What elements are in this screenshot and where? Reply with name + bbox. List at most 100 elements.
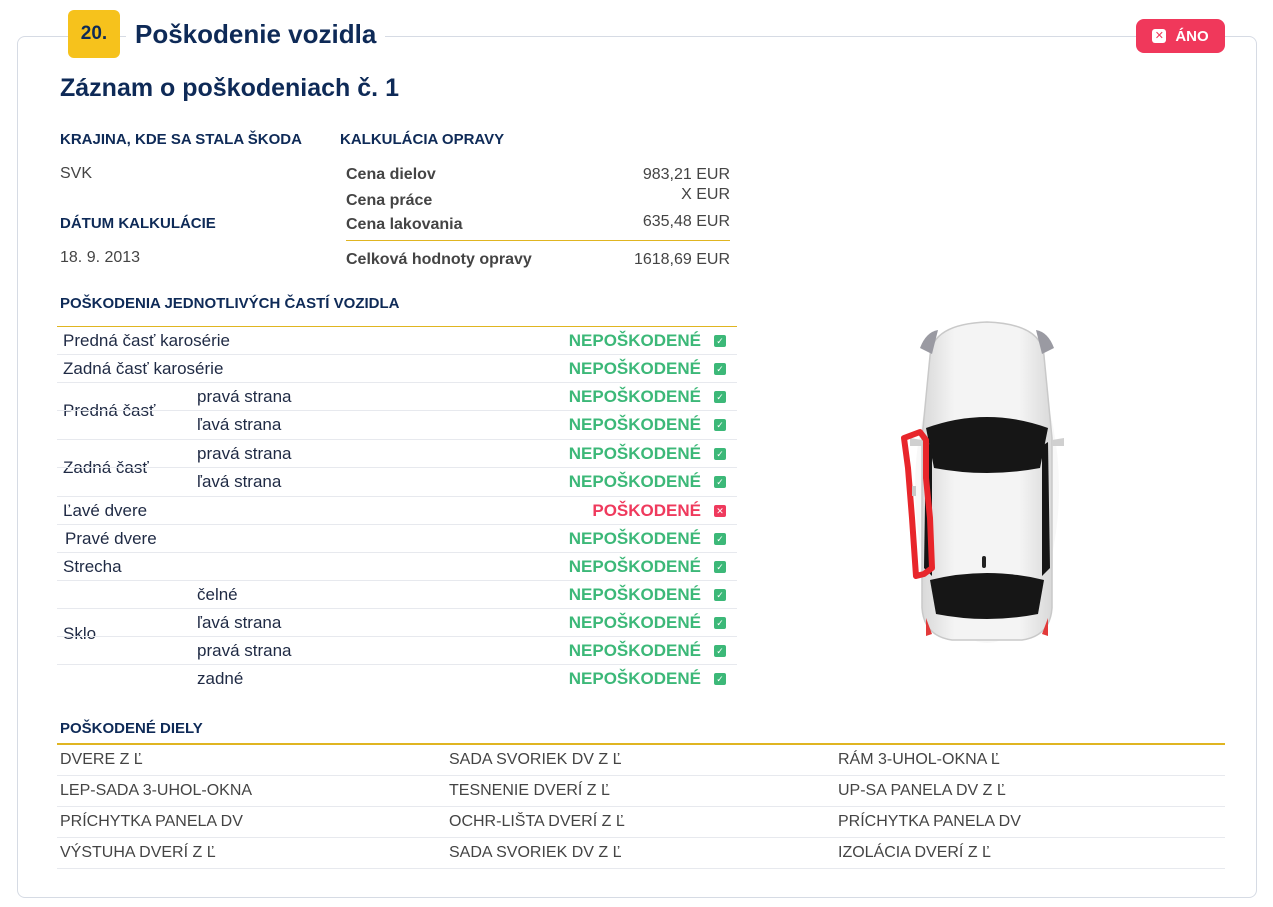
calc-total-row: Celková hodnoty opravy 1618,69 EUR	[346, 248, 730, 272]
part-subname: zadné	[197, 669, 244, 688]
damaged-parts-label: POŠKODENÉ DIELY	[60, 720, 203, 737]
calc-row-value: X EUR	[681, 186, 730, 203]
table-cell: PRÍCHYTKA PANELA DV	[838, 813, 1021, 830]
damaged-parts-table: DVERE Z Ľ SADA SVORIEK DV Z Ľ RÁM 3-UHOL…	[57, 743, 1225, 869]
check-icon: ✓	[714, 616, 726, 629]
part-row-front-body: Predná časť karosérie NEPOŠKODENÉ ✓	[57, 327, 737, 355]
car-top-view-icon	[901, 321, 1064, 643]
part-name: Pravé dvere	[65, 528, 157, 548]
calc-separator	[346, 240, 730, 241]
country-label: KRAJINA, KDE SA STALA ŠKODA	[60, 131, 302, 148]
table-row: PRÍCHYTKA PANELA DV OCHR-LIŠTA DVERÍ Z Ľ…	[57, 807, 1225, 838]
part-subname: čelné	[197, 584, 238, 604]
calculation-label: KALKULÁCIA OPRAVY	[340, 131, 505, 148]
table-cell: RÁM 3-UHOL-OKNA Ľ	[838, 751, 1000, 768]
part-subname: pravá strana	[197, 443, 292, 463]
calc-row-value: 635,48 EUR	[642, 213, 730, 230]
check-icon: ✓	[714, 419, 726, 431]
part-row-glass-front: čelné NEPOŠKODENÉ ✓	[57, 581, 737, 609]
part-status: NEPOŠKODENÉ	[568, 669, 701, 688]
check-icon: ✓	[714, 560, 726, 573]
part-row-rear-body: Zadná časť karosérie NEPOŠKODENÉ ✓	[57, 355, 737, 383]
table-cell: SADA SVORIEK DV Z Ľ	[449, 751, 622, 768]
table-row: DVERE Z Ľ SADA SVORIEK DV Z Ľ RÁM 3-UHOL…	[57, 745, 1225, 776]
part-row-glass-rear: zadné NEPOŠKODENÉ ✓	[57, 665, 737, 693]
part-status: NEPOŠKODENÉ	[568, 528, 701, 548]
check-icon: ✓	[714, 476, 726, 488]
calc-row-name: Cena dielov	[346, 166, 436, 183]
part-subname: pravá strana	[197, 640, 292, 660]
part-subname: ľavá strana	[197, 415, 282, 434]
calculation-table: Cena dielov 983,21 EUR Cena práce X EUR …	[346, 164, 730, 272]
part-subname: ľavá strana	[197, 612, 282, 632]
part-row-left-door: Ľavé dvere POŠKODENÉ ✕	[57, 497, 737, 525]
part-status: NEPOŠKODENÉ	[568, 330, 701, 350]
check-icon: ✓	[714, 447, 726, 460]
part-group-rear: Zadná časť pravá strana NEPOŠKODENÉ ✓ ľa…	[57, 440, 737, 497]
section-title: Poškodenie vozidla	[126, 14, 386, 54]
part-row-rear-right: pravá strana NEPOŠKODENÉ ✓	[57, 440, 737, 468]
part-row-glass-left: ľavá strana NEPOŠKODENÉ ✓	[57, 609, 737, 637]
status-badge[interactable]: ✕ ÁNO	[1136, 19, 1225, 53]
part-name: Predná časť karosérie	[63, 330, 231, 350]
table-cell: LEP-SADA 3-UHOL-OKNA	[60, 782, 253, 799]
check-icon: ✓	[714, 644, 726, 657]
table-cell: TESNENIE DVERÍ Z Ľ	[449, 782, 610, 799]
table-cell: VÝSTUHA DVERÍ Z Ľ	[60, 844, 216, 861]
part-group-glass: Sklo čelné NEPOŠKODENÉ ✓ ľavá strana NEP…	[57, 581, 737, 693]
part-name: Ľavé dvere	[63, 500, 148, 520]
part-status: NEPOŠKODENÉ	[568, 358, 701, 378]
check-icon: ✓	[714, 334, 726, 347]
part-row-rear-left: ľavá strana NEPOŠKODENÉ ✓	[57, 468, 737, 496]
check-icon: ✓	[714, 362, 726, 375]
x-icon: ✕	[1152, 29, 1167, 43]
check-icon: ✓	[714, 588, 726, 601]
parts-table: Predná časť karosérie NEPOŠKODENÉ ✓ Zadn…	[57, 326, 737, 693]
parts-label: POŠKODENIA JEDNOTLIVÝCH ČASTÍ VOZIDLA	[60, 295, 400, 312]
table-cell: OCHR-LIŠTA DVERÍ Z Ľ	[449, 813, 625, 830]
table-cell: UP-SA PANELA DV Z Ľ	[838, 782, 1006, 799]
calc-row-name: Cena lakovania	[346, 216, 463, 233]
calc-date-label: DÁTUM KALKULÁCIE	[60, 215, 216, 232]
calc-row: Cena dielov 983,21 EUR	[346, 164, 730, 186]
table-cell: SADA SVORIEK DV Z Ľ	[449, 844, 622, 861]
table-cell: PRÍCHYTKA PANELA DV	[60, 813, 243, 830]
part-status: NEPOŠKODENÉ	[568, 415, 701, 434]
part-row-roof: Strecha NEPOŠKODENÉ ✓	[57, 553, 737, 581]
check-icon: ✓	[714, 673, 726, 685]
check-icon: ✓	[714, 532, 726, 545]
x-icon: ✕	[714, 504, 726, 517]
calc-row-name: Cena práce	[346, 192, 433, 209]
record-title: Záznam o poškodeniach č. 1	[60, 74, 399, 102]
status-badge-label: ÁNO	[1175, 27, 1209, 45]
part-name: Strecha	[63, 556, 122, 576]
calc-row-value: 983,21 EUR	[642, 166, 730, 183]
table-row: VÝSTUHA DVERÍ Z Ľ SADA SVORIEK DV Z Ľ IZ…	[57, 838, 1225, 869]
country-value: SVK	[60, 165, 93, 182]
part-status: NEPOŠKODENÉ	[568, 640, 701, 660]
part-status: NEPOŠKODENÉ	[568, 584, 701, 604]
table-cell: IZOLÁCIA DVERÍ Z Ľ	[838, 844, 991, 861]
calc-row: Cena práce X EUR	[346, 186, 730, 210]
part-status: NEPOŠKODENÉ	[568, 472, 701, 491]
part-status: POŠKODENÉ	[592, 500, 701, 520]
part-subname: pravá strana	[197, 386, 292, 406]
table-row: LEP-SADA 3-UHOL-OKNA TESNENIE DVERÍ Z Ľ …	[57, 776, 1225, 807]
calc-row: Cena lakovania 635,48 EUR	[346, 210, 730, 234]
table-cell: DVERE Z Ľ	[60, 751, 143, 768]
part-row-right-door: Pravé dvere NEPOŠKODENÉ ✓	[57, 525, 737, 553]
check-icon: ✓	[714, 390, 726, 403]
part-row-glass-right: pravá strana NEPOŠKODENÉ ✓	[57, 637, 737, 665]
part-status: NEPOŠKODENÉ	[568, 556, 701, 576]
part-row-front-right: pravá strana NEPOŠKODENÉ ✓	[57, 383, 737, 411]
calc-total-value: 1618,69 EUR	[633, 251, 730, 268]
calc-total-name: Celková hodnoty opravy	[346, 251, 532, 268]
part-status: NEPOŠKODENÉ	[568, 612, 701, 632]
part-group-front: Predná časť pravá strana NEPOŠKODENÉ ✓ ľ…	[57, 383, 737, 440]
part-status: NEPOŠKODENÉ	[568, 443, 701, 463]
part-subname: ľavá strana	[197, 472, 282, 491]
part-status: NEPOŠKODENÉ	[568, 386, 701, 406]
calc-date-value: 18. 9. 2013	[60, 249, 141, 266]
part-name: Zadná časť karosérie	[63, 358, 224, 378]
part-row-front-left: ľavá strana NEPOŠKODENÉ ✓	[57, 411, 737, 439]
